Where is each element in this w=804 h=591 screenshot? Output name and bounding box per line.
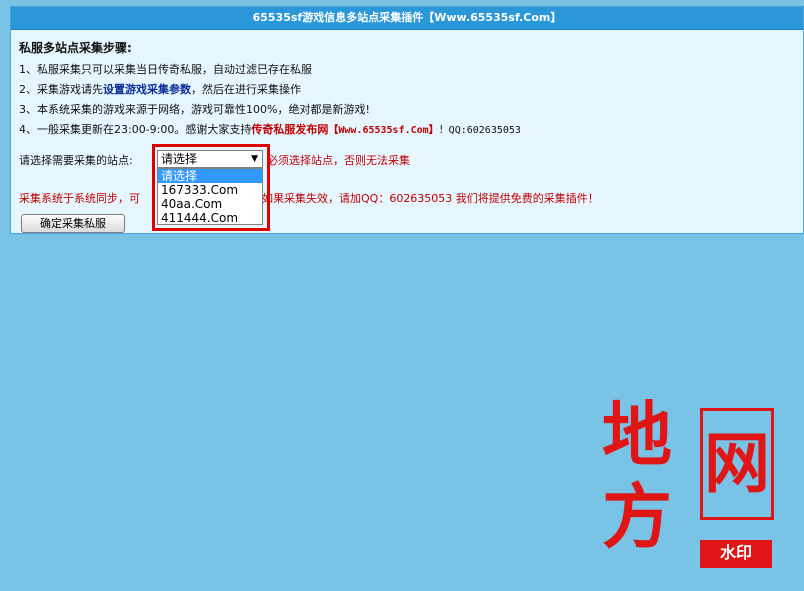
notice-left: 采集系统于系统同步，可 xyxy=(19,192,140,205)
site-select[interactable]: 请选择 ▼ xyxy=(157,150,263,168)
step-2-suffix: ，然后在进行采集操作 xyxy=(191,83,301,96)
chevron-down-icon[interactable]: ▼ xyxy=(251,151,258,167)
watermark-char-1: 地 xyxy=(602,393,672,476)
notice-right: 制！如果采集失效，请加QQ：602635053 我们将提供免费的采集插件！ xyxy=(240,192,599,205)
watermark-char-2: 网 xyxy=(704,424,770,502)
confirm-collect-button[interactable]: 确定采集私服 xyxy=(21,214,125,233)
site-dropdown-list: 请选择 167333.Com 40aa.Com 411444.Com xyxy=(157,168,263,225)
site-url: 【Www.65535sf.Com】 xyxy=(328,125,439,136)
step-4-prefix: 4、一般采集更新在23:00-9:00。感谢大家支持 xyxy=(19,123,252,136)
steps-heading: 私服多站点采集步骤: xyxy=(19,41,132,55)
dropdown-option[interactable]: 40aa.Com xyxy=(158,197,262,211)
dropdown-option[interactable]: 167333.Com xyxy=(158,183,262,197)
release-site-link[interactable]: 传奇私服发布网 xyxy=(251,123,328,136)
step-4-suffix: ！QQ:602635053 xyxy=(438,125,521,136)
site-select-label: 请选择需要采集的站点: xyxy=(19,154,133,167)
step-2-prefix: 2、采集游戏请先 xyxy=(19,83,103,96)
dropdown-option[interactable]: 请选择 xyxy=(158,169,262,183)
settings-link[interactable]: 设置游戏采集参数 xyxy=(103,83,191,96)
notice-text: 采集系统于系统同步，可 制！如果采集失效，请加QQ：602635053 我们将提供… xyxy=(19,191,599,207)
watermark: 地 网 方 水印 xyxy=(596,398,796,578)
watermark-stamp: 水印 xyxy=(700,540,772,568)
step-4: 4、一般采集更新在23:00-9:00。感谢大家支持传奇私服发布网【Www.65… xyxy=(19,120,803,140)
step-1: 1、私服采集只可以采集当日传奇私服，自动过滤已存在私服 xyxy=(19,63,312,76)
watermark-char-3: 方 xyxy=(602,475,672,558)
site-select-value: 请选择 xyxy=(161,152,198,166)
dropdown-option[interactable]: 411444.Com xyxy=(158,211,262,225)
panel-content: 私服多站点采集步骤: 1、私服采集只可以采集当日传奇私服，自动过滤已存在私服 2… xyxy=(11,30,803,140)
step-2: 2、采集游戏请先设置游戏采集参数，然后在进行采集操作 xyxy=(19,80,803,100)
plugin-panel: 65535sf游戏信息多站点采集插件【Www.65535sf.Com】 私服多站… xyxy=(10,6,804,234)
panel-title: 65535sf游戏信息多站点采集插件【Www.65535sf.Com】 xyxy=(11,7,803,30)
step-3: 3、本系统采集的游戏来源于网络，游戏可靠性100%，绝对都是新游戏! xyxy=(19,103,370,116)
site-warning: 必须选择站点，否则无法采集 xyxy=(267,154,410,167)
